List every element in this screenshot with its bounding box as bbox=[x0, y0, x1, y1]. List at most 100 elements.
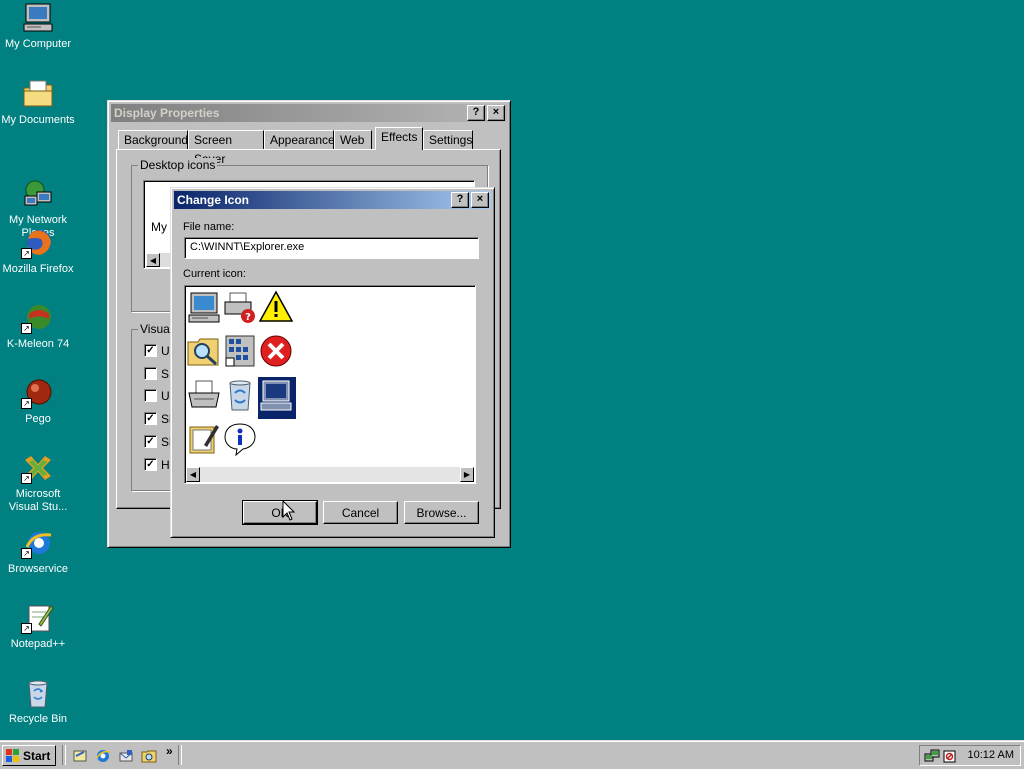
start-button[interactable]: Start bbox=[2, 745, 56, 766]
error-icon[interactable] bbox=[258, 333, 294, 369]
windows-logo-icon bbox=[6, 749, 19, 762]
file-name-field[interactable]: C:\WINNT\Explorer.exe bbox=[184, 237, 479, 259]
change-icon-dialog: Change Icon ? × File name: C:\WINNT\Expl… bbox=[170, 187, 495, 538]
speaker-tray-icon[interactable] bbox=[942, 748, 958, 764]
desktop-icon-visual-studio[interactable]: ↗ Microsoft Visual Stu... bbox=[0, 452, 76, 514]
effect-checkbox-4[interactable]: ✓ bbox=[144, 412, 157, 425]
tab-background[interactable]: Background bbox=[118, 130, 188, 149]
effect-checkbox-1-label: U bbox=[161, 344, 170, 358]
shortcut-arrow-icon: ↗ bbox=[21, 473, 32, 484]
scroll-left-button[interactable]: ◀ bbox=[186, 467, 200, 482]
scroll-right-button[interactable]: ▶ bbox=[460, 467, 474, 482]
effect-checkbox-2-label: S bbox=[161, 367, 170, 381]
desktop-icon-my-documents[interactable]: My Documents bbox=[0, 78, 76, 127]
effect-checkbox-3-label: U bbox=[161, 389, 170, 403]
cancel-button[interactable]: Cancel bbox=[323, 501, 398, 524]
desktop-icon-recycle-bin[interactable]: Recycle Bin bbox=[0, 677, 76, 726]
network-places-icon bbox=[21, 165, 55, 206]
effect-checkbox-2[interactable] bbox=[144, 367, 157, 380]
scroll-left-button[interactable]: ◀ bbox=[146, 253, 160, 267]
help-button[interactable]: ? bbox=[467, 105, 485, 121]
recycle-bin-icon[interactable] bbox=[222, 377, 258, 413]
help-button[interactable]: ? bbox=[451, 192, 469, 208]
tab-effects[interactable]: Effects bbox=[375, 127, 423, 150]
effect-checkbox-3[interactable] bbox=[144, 389, 157, 402]
shortcut-arrow-icon: ↗ bbox=[21, 248, 32, 259]
desktop-icon-my-computer[interactable]: My Computer bbox=[0, 2, 76, 51]
browse-button[interactable]: Browse... bbox=[404, 501, 479, 524]
tab-settings[interactable]: Settings bbox=[423, 130, 473, 149]
ok-button[interactable]: OK bbox=[242, 500, 318, 525]
shortcut-arrow-icon: ↗ bbox=[21, 398, 32, 409]
shortcut-arrow-icon: ↗ bbox=[21, 548, 32, 559]
desktop-icon-label: Browservice bbox=[8, 563, 68, 575]
visual-effects-group-label: Visual bbox=[138, 322, 175, 336]
k-meleon-icon: ↗ bbox=[21, 302, 55, 334]
ie-icon[interactable] bbox=[95, 748, 111, 764]
computer-selected-icon[interactable] bbox=[258, 377, 296, 419]
desktop-icon-browservice[interactable]: ↗ Browservice bbox=[0, 527, 76, 576]
effect-checkbox-1[interactable]: ✓ bbox=[144, 344, 157, 357]
taskbar-divider bbox=[178, 745, 182, 765]
dialog-title: Change Icon bbox=[177, 193, 250, 207]
my-computer-icon bbox=[21, 2, 55, 34]
warning-icon[interactable] bbox=[258, 289, 294, 325]
desktop-icon-pego[interactable]: ↗ Pego bbox=[0, 377, 76, 426]
file-name-value: C:\WINNT\Explorer.exe bbox=[190, 241, 305, 253]
icon-list-scrollbar[interactable]: ◀ ▶ bbox=[186, 467, 474, 482]
printer-icon[interactable] bbox=[186, 377, 222, 413]
desktop-icon-k-meleon[interactable]: ↗ K-Meleon 74 bbox=[0, 302, 76, 351]
tab-screen-saver[interactable]: Screen Saver bbox=[188, 130, 264, 166]
mouse-cursor-icon bbox=[282, 500, 296, 521]
recycle-bin-icon bbox=[21, 677, 55, 709]
window-title: Display Properties bbox=[114, 106, 220, 120]
shortcut-arrow-icon: ↗ bbox=[21, 323, 32, 334]
tab-appearance[interactable]: Appearance bbox=[264, 130, 335, 149]
notepad-icon[interactable] bbox=[186, 421, 222, 457]
network-tray-icon[interactable] bbox=[924, 748, 940, 764]
shortcut-arrow-icon: ↗ bbox=[21, 623, 32, 634]
effect-checkbox-6[interactable]: ✓ bbox=[144, 458, 157, 471]
info-icon[interactable] bbox=[222, 421, 258, 457]
change-icon-titlebar[interactable]: Change Icon ? × bbox=[174, 191, 491, 209]
desktop-icon-label: My Computer bbox=[4, 38, 72, 50]
desktop-icons-group-label: Desktop icons bbox=[138, 158, 218, 172]
system-tray: 10:12 AM bbox=[919, 745, 1021, 766]
close-button[interactable]: × bbox=[471, 192, 489, 208]
file-name-label: File name: bbox=[183, 221, 235, 233]
svg-text:?: ? bbox=[245, 312, 251, 323]
desktop-icon-label: Mozilla Firefox bbox=[2, 263, 74, 275]
printer-question-icon[interactable]: ? bbox=[222, 289, 258, 325]
show-desktop-icon[interactable] bbox=[72, 748, 88, 764]
desktop-icon-label: Recycle Bin bbox=[8, 713, 68, 725]
outlook-icon[interactable] bbox=[118, 748, 134, 764]
clock[interactable]: 10:12 AM bbox=[968, 749, 1014, 761]
notepadpp-icon: ↗ bbox=[21, 602, 55, 634]
desktop-icon-label: Microsoft Visual Stu... bbox=[8, 488, 68, 513]
taskbar: Start » 10:12 AM bbox=[0, 740, 1024, 769]
current-icon-label: Current icon: bbox=[183, 268, 246, 280]
desktop-icon-label: K-Meleon 74 bbox=[6, 338, 70, 350]
firefox-icon: ↗ bbox=[21, 227, 55, 259]
desktop-icon-firefox[interactable]: ↗ Mozilla Firefox bbox=[0, 227, 76, 276]
desktop-icon-notepadpp[interactable]: ↗ Notepad++ bbox=[0, 602, 76, 651]
tab-web[interactable]: Web bbox=[334, 130, 372, 149]
effect-checkbox-5[interactable]: ✓ bbox=[144, 435, 157, 448]
quick-launch-divider bbox=[62, 745, 66, 765]
icon-list[interactable]: ? ◀ ▶ bbox=[184, 285, 476, 484]
search-folder-icon[interactable] bbox=[186, 333, 222, 369]
list-scrollbar[interactable]: ◀ bbox=[146, 253, 171, 267]
desktop-icon-label: Pego bbox=[25, 413, 51, 425]
internet-explorer-icon: ↗ bbox=[21, 527, 55, 559]
desktop-icon-list-label: My bbox=[151, 220, 167, 234]
pego-icon: ↗ bbox=[21, 377, 55, 409]
network-grid-icon[interactable] bbox=[222, 333, 258, 369]
quick-launch-chevron[interactable]: » bbox=[166, 744, 173, 758]
display-properties-titlebar[interactable]: Display Properties ? × bbox=[111, 104, 507, 122]
my-documents-icon bbox=[21, 78, 55, 110]
close-button[interactable]: × bbox=[487, 105, 505, 121]
explorer-icon[interactable] bbox=[141, 748, 157, 764]
desktop-icon-label: My Documents bbox=[1, 114, 75, 126]
computer-icon[interactable] bbox=[186, 289, 222, 325]
visual-studio-icon: ↗ bbox=[21, 452, 55, 484]
